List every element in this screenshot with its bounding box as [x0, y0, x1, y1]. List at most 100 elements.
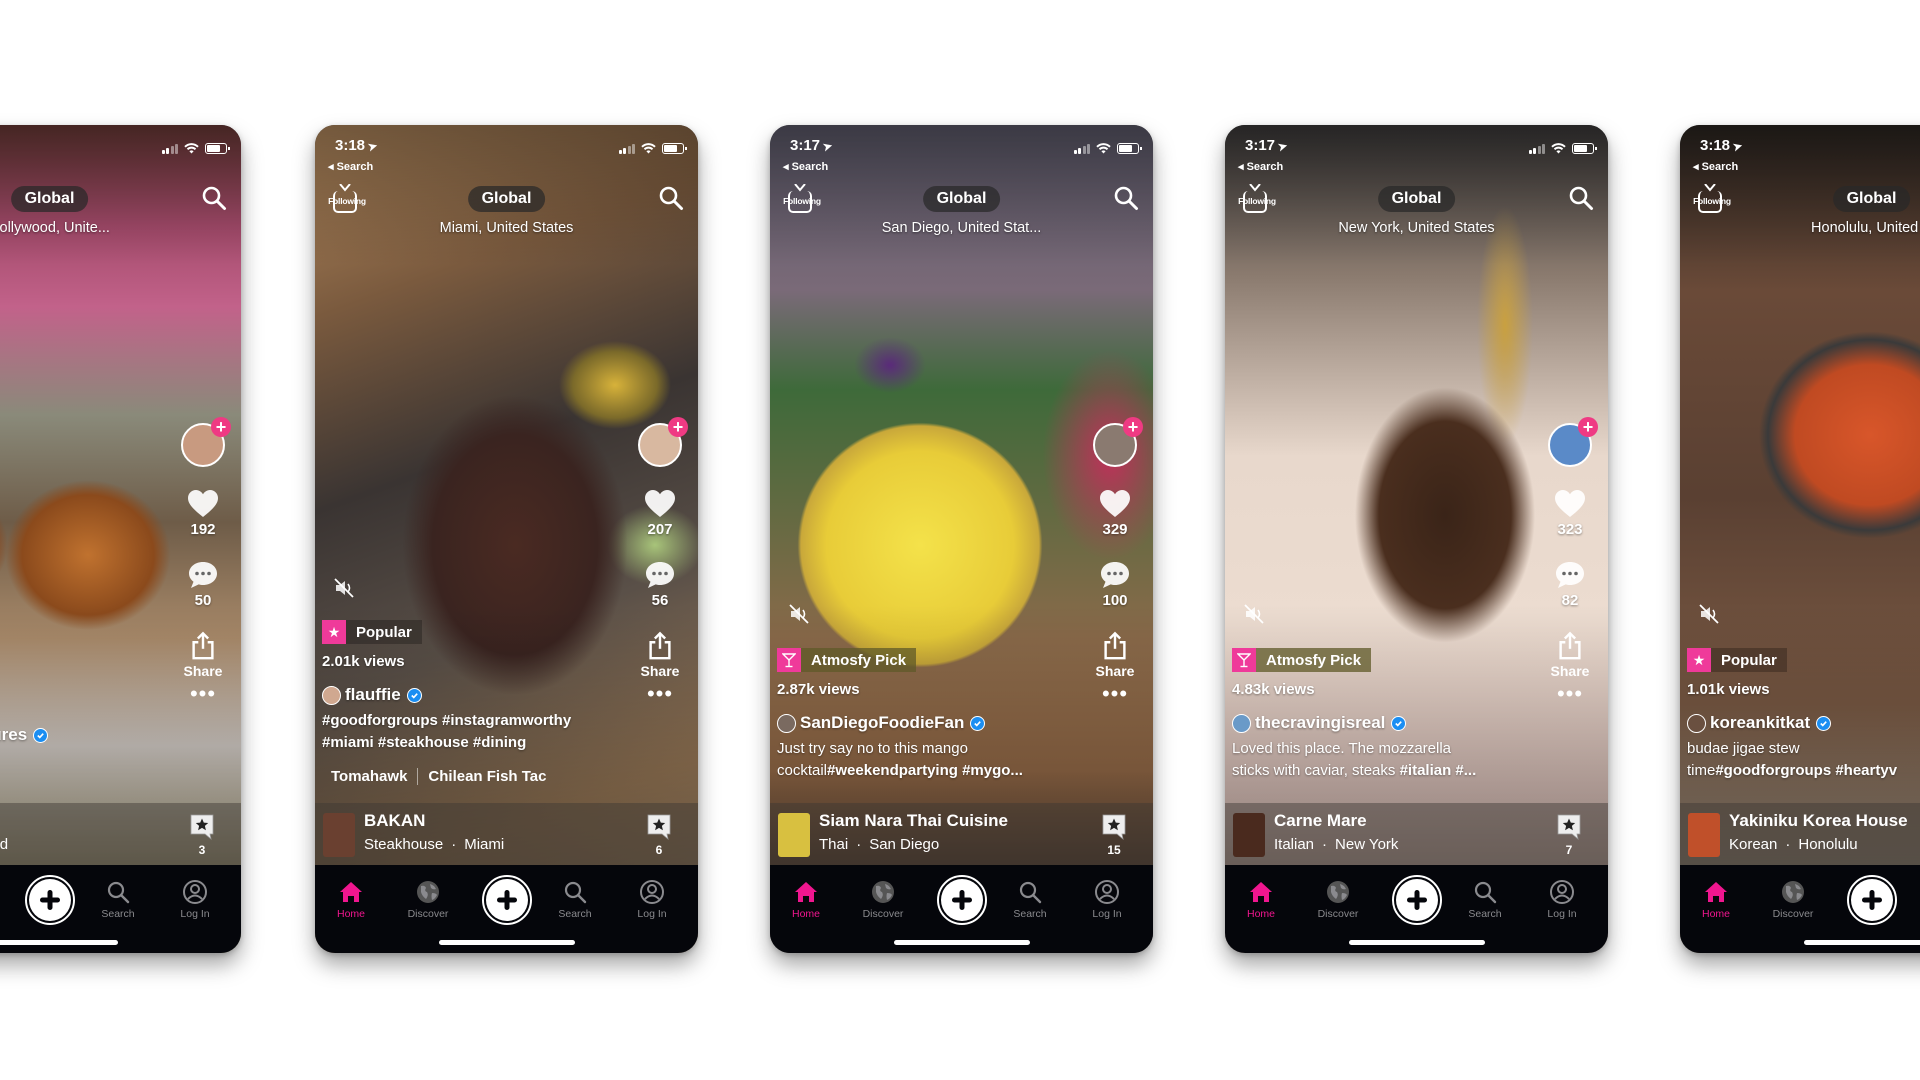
follow-plus-icon[interactable]: +: [1578, 417, 1598, 437]
muted-speaker-icon[interactable]: [788, 603, 810, 625]
tab-discover[interactable]: Discover: [1308, 879, 1368, 920]
global-toggle[interactable]: Global: [1832, 186, 1911, 212]
comment-icon[interactable]: [1554, 560, 1586, 590]
post-caption[interactable]: Loved this place. The mozzarella sticks w…: [1232, 738, 1528, 782]
creator-avatar[interactable]: +: [1548, 417, 1598, 467]
creator-username[interactable]: Food Adventures: [0, 725, 49, 745]
search-icon[interactable]: [658, 185, 684, 211]
share-label[interactable]: Share: [184, 663, 223, 679]
place-card[interactable]: uie WEHO st Hollywood 3: [0, 803, 241, 865]
follow-plus-icon[interactable]: +: [668, 417, 688, 437]
place-card[interactable]: Yakiniku Korea House Korean · Honolulu: [1680, 803, 1920, 865]
back-to-search-link[interactable]: ◂ Search: [783, 160, 828, 173]
place-thumbnail[interactable]: [1688, 813, 1720, 857]
add-post-button[interactable]: [482, 875, 532, 925]
creator-avatar[interactable]: +: [1093, 417, 1143, 467]
follow-plus-icon[interactable]: +: [211, 417, 231, 437]
rate-star-icon[interactable]: [646, 813, 672, 841]
global-toggle[interactable]: Global: [922, 186, 1001, 212]
add-post-button[interactable]: [25, 875, 75, 925]
tab-login[interactable]: Log In: [622, 879, 682, 920]
heart-icon[interactable]: [187, 489, 219, 519]
share-icon[interactable]: [1099, 631, 1131, 661]
creator-mini-avatar[interactable]: [322, 685, 341, 705]
location-label[interactable]: New York, United States: [1225, 220, 1608, 236]
rate-star-icon[interactable]: [189, 813, 215, 841]
tab-home[interactable]: Home: [1686, 879, 1746, 920]
tab-discover[interactable]: Discover: [398, 879, 458, 920]
back-to-search-link[interactable]: ◂ Search: [1238, 160, 1283, 173]
heart-icon[interactable]: [1099, 489, 1131, 519]
global-toggle[interactable]: Global: [10, 186, 89, 212]
creator-avatar[interactable]: +: [638, 417, 688, 467]
share-label[interactable]: Share: [1096, 663, 1135, 679]
place-name[interactable]: Carne Mare: [1274, 811, 1367, 831]
post-caption[interactable]: ough as there aretry! T#quickbite #...: [0, 750, 161, 794]
creator-mini-avatar[interactable]: [777, 713, 796, 733]
follow-plus-icon[interactable]: +: [1123, 417, 1143, 437]
place-card[interactable]: Siam Nara Thai Cuisine Thai · San Diego 15: [770, 803, 1153, 865]
place-name[interactable]: Yakiniku Korea House: [1729, 811, 1908, 831]
share-label[interactable]: Share: [1551, 663, 1590, 679]
tab-login[interactable]: Log In: [1532, 879, 1592, 920]
location-label[interactable]: Miami, United States: [315, 220, 698, 236]
tab-search[interactable]: Search: [88, 879, 148, 920]
tab-login[interactable]: Log In: [1077, 879, 1137, 920]
following-button[interactable]: Following: [1690, 184, 1734, 215]
creator-mini-avatar[interactable]: [1687, 713, 1706, 733]
add-post-button[interactable]: [1392, 875, 1442, 925]
post-caption[interactable]: Just try say no to this mango cocktail#we…: [777, 738, 1073, 782]
menu-item-chip[interactable]: Chilean Fish Tac: [418, 768, 556, 785]
tab-home[interactable]: Home: [1231, 879, 1291, 920]
more-options-icon[interactable]: •••: [1102, 683, 1128, 705]
rate-star-icon[interactable]: [1101, 813, 1127, 841]
tab-search[interactable]: Search: [545, 879, 605, 920]
location-label[interactable]: Hollywood, Unite...: [0, 220, 241, 236]
place-thumbnail[interactable]: [1233, 813, 1265, 857]
creator-username[interactable]: koreankitkat: [1687, 713, 1832, 733]
tab-home[interactable]: Home: [776, 879, 836, 920]
creator-mini-avatar[interactable]: [1232, 713, 1251, 733]
post-caption[interactable]: budae jigae stew time#goodforgroups #hear…: [1687, 738, 1920, 782]
location-label[interactable]: Honolulu, United S: [1680, 220, 1920, 236]
comment-icon[interactable]: [187, 560, 219, 590]
tab-discover[interactable]: Discover: [0, 879, 1, 920]
tab-discover[interactable]: Discover: [1763, 879, 1823, 920]
heart-icon[interactable]: [1554, 489, 1586, 519]
back-to-search-link[interactable]: ◂ Search: [1693, 160, 1738, 173]
search-icon[interactable]: [1568, 185, 1594, 211]
global-toggle[interactable]: Global: [467, 186, 546, 212]
rate-star-icon[interactable]: [1556, 813, 1582, 841]
more-options-icon[interactable]: •••: [1557, 683, 1583, 705]
following-button[interactable]: Following: [1235, 184, 1279, 215]
share-icon[interactable]: [187, 631, 219, 661]
creator-avatar[interactable]: +: [181, 417, 231, 467]
share-label[interactable]: Share: [641, 663, 680, 679]
place-name[interactable]: Siam Nara Thai Cuisine: [819, 811, 1008, 831]
tab-search[interactable]: Search: [1000, 879, 1060, 920]
share-icon[interactable]: [1554, 631, 1586, 661]
creator-username[interactable]: SanDiegoFoodieFan: [777, 713, 986, 733]
add-post-button[interactable]: [937, 875, 987, 925]
more-options-icon[interactable]: •••: [190, 683, 216, 705]
share-icon[interactable]: [644, 631, 676, 661]
post-caption[interactable]: #goodforgroups #instagramworthy #miami #s…: [322, 710, 618, 754]
menu-item-chip[interactable]: Tomahawk: [322, 768, 419, 785]
add-post-button[interactable]: [1847, 875, 1897, 925]
tab-home[interactable]: Home: [321, 879, 381, 920]
tab-discover[interactable]: Discover: [853, 879, 913, 920]
global-toggle[interactable]: Global: [1377, 186, 1456, 212]
place-card[interactable]: Carne Mare Italian · New York 7: [1225, 803, 1608, 865]
heart-icon[interactable]: [644, 489, 676, 519]
tab-search[interactable]: Search: [1910, 879, 1920, 920]
search-icon[interactable]: [1113, 185, 1139, 211]
search-icon[interactable]: [201, 185, 227, 211]
place-name[interactable]: BAKAN: [364, 811, 425, 831]
place-thumbnail[interactable]: [323, 813, 355, 857]
back-to-search-link[interactable]: ◂ Search: [328, 160, 373, 173]
place-thumbnail[interactable]: [778, 813, 810, 857]
tab-login[interactable]: Log In: [165, 879, 225, 920]
location-label[interactable]: San Diego, United Stat...: [770, 220, 1153, 236]
muted-speaker-icon[interactable]: [333, 577, 355, 599]
muted-speaker-icon[interactable]: [1698, 603, 1720, 625]
